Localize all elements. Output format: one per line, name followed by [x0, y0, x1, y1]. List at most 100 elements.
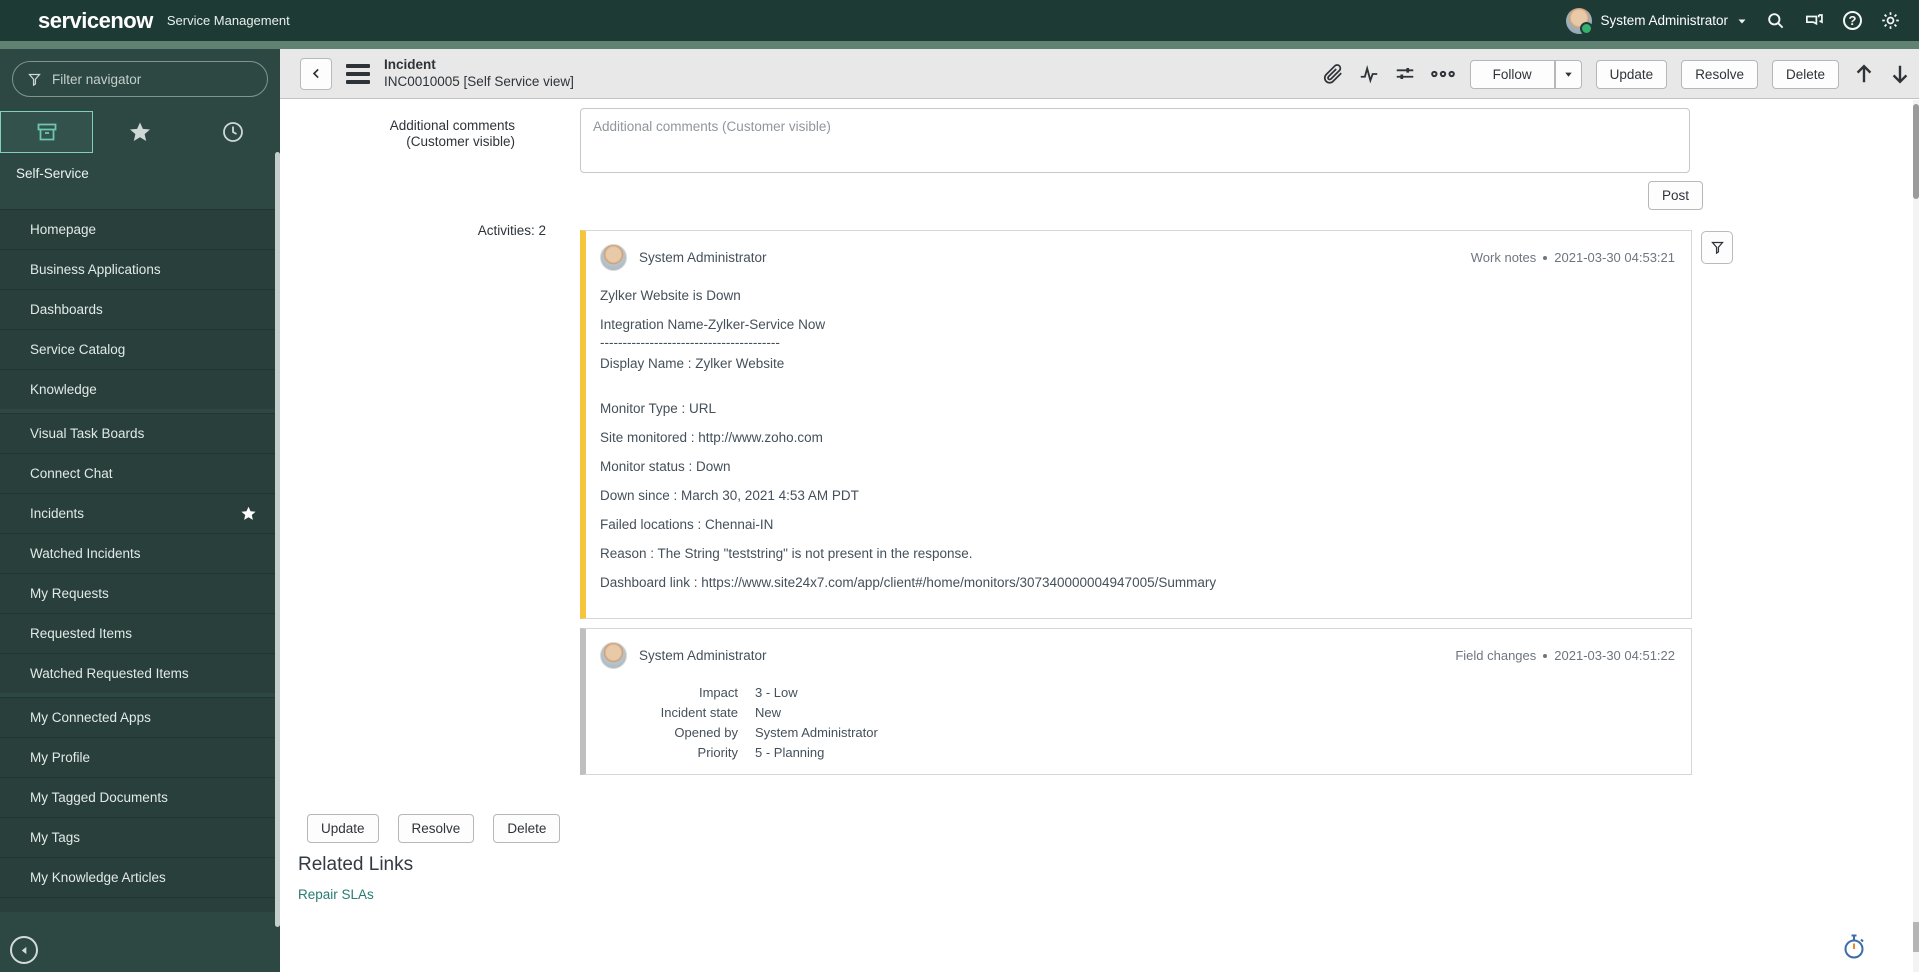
work-note-line: Integration Name-Zylker-Service Now: [600, 317, 826, 332]
activity-author: System Administrator: [639, 250, 767, 265]
sidebar-item-take-survey[interactable]: Take Survey: [0, 897, 275, 912]
repair-slas-link[interactable]: Repair SLAs: [298, 887, 374, 902]
tab-favorites[interactable]: [93, 111, 186, 153]
field-changes-list: Impact 3 - Low Incident state New Opened…: [586, 669, 1691, 763]
chat-icon[interactable]: [1803, 11, 1825, 30]
sidebar-item-requested-items[interactable]: Requested Items: [0, 613, 275, 653]
bullet-separator: [1543, 255, 1548, 260]
activity-entry-field-changes: System Administrator Field changes 2021-…: [580, 628, 1692, 775]
field-change-row: Priority 5 - Planning: [697, 745, 825, 760]
star-icon: [130, 122, 150, 141]
gear-icon[interactable]: [1880, 10, 1901, 31]
form-context-menu-icon[interactable]: [346, 63, 370, 84]
archive-box-icon: [37, 123, 57, 141]
work-note-body: Zylker Website is Down Integration Name-…: [586, 271, 1691, 591]
favorite-star-icon[interactable]: [240, 505, 257, 522]
search-icon[interactable]: [1766, 11, 1785, 30]
sidebar-item-my-tags[interactable]: My Tags: [0, 817, 275, 857]
funnel-icon: [1710, 241, 1724, 255]
sidebar-section-label[interactable]: Self-Service: [0, 153, 280, 193]
sidebar-item-my-profile[interactable]: My Profile: [0, 737, 275, 777]
work-note-line: Zylker Website is Down: [600, 288, 741, 303]
work-note-line: Down since : March 30, 2021 4:53 AM PDT: [600, 488, 859, 503]
sidebar-item-service-catalog[interactable]: Service Catalog: [0, 329, 275, 369]
caret-down-icon: [1564, 72, 1572, 77]
comments-label: Additional comments (Customer visible): [389, 118, 515, 150]
main-content: Incident INC0010005 [Self Service view] …: [280, 49, 1919, 972]
accent-strip: [0, 41, 1919, 49]
work-note-line: Reason : The String "teststring" is not …: [600, 546, 973, 561]
tab-all-applications[interactable]: [0, 111, 94, 153]
field-change-row: Impact 3 - Low: [698, 685, 798, 700]
sidebar-menu: Homepage Business Applications Dashboard…: [0, 209, 275, 912]
activity-stream-icon[interactable]: [1358, 63, 1380, 85]
activity-timestamp: 2021-03-30 04:53:21: [1554, 250, 1675, 265]
user-menu[interactable]: System Administrator: [1566, 7, 1748, 35]
work-note-line: Site monitored : http://www.zoho.com: [600, 430, 823, 445]
comments-input[interactable]: [580, 108, 1690, 173]
follow-dropdown-button[interactable]: [1554, 59, 1582, 89]
servicenow-logo: servicenow: [38, 7, 153, 33]
activities-count: Activities: 2: [477, 223, 546, 238]
sidebar-item-business-applications[interactable]: Business Applications: [0, 249, 275, 289]
sidebar-item-visual-task-boards[interactable]: Visual Task Boards: [0, 413, 275, 453]
filter-navigator-input[interactable]: [52, 71, 252, 87]
sidebar-tabs: [0, 111, 280, 153]
caret-down-icon: [1738, 19, 1746, 23]
follow-split-button: Follow: [1469, 59, 1582, 89]
update-button[interactable]: Update: [307, 814, 379, 843]
response-time-icon[interactable]: [1841, 933, 1867, 961]
main-scrollbar-thumb[interactable]: [1913, 104, 1919, 199]
field-change-row: Opened by System Administrator: [674, 725, 878, 740]
sidebar-collapse-button[interactable]: [10, 936, 38, 964]
sidebar-item-homepage[interactable]: Homepage: [0, 209, 275, 249]
work-note-line: ----------------------------------------: [600, 335, 780, 350]
sidebar-item-connect-chat[interactable]: Connect Chat: [0, 453, 275, 493]
sidebar-scrollbar[interactable]: [275, 152, 280, 927]
sidebar-item-dashboards[interactable]: Dashboards: [0, 289, 275, 329]
product-title: Service Management: [166, 13, 290, 28]
clock-icon: [223, 122, 244, 142]
chevron-left-icon: [312, 68, 319, 79]
related-links-title: Related Links: [298, 854, 414, 875]
resolve-button[interactable]: Resolve: [397, 814, 475, 843]
filter-navigator-box[interactable]: [12, 61, 268, 97]
sidebar-item-my-requests[interactable]: My Requests: [0, 573, 275, 613]
sidebar-item-watched-requested-items[interactable]: Watched Requested Items: [0, 653, 275, 693]
activity-author: System Administrator: [639, 648, 767, 663]
previous-record-icon[interactable]: [1853, 63, 1875, 85]
attachment-icon[interactable]: [1322, 63, 1344, 85]
sidebar-item-incidents[interactable]: Incidents: [0, 493, 275, 533]
collapse-triangle-icon: [21, 946, 26, 954]
back-button[interactable]: [300, 57, 332, 90]
update-button[interactable]: Update: [1595, 59, 1668, 89]
user-name: System Administrator: [1600, 13, 1728, 28]
follow-button[interactable]: Follow: [1469, 59, 1555, 89]
sidebar-item-my-knowledge-articles[interactable]: My Knowledge Articles: [0, 857, 275, 897]
avatar: [600, 642, 627, 669]
tab-history[interactable]: [187, 111, 280, 153]
sidebar-item-knowledge[interactable]: Knowledge: [0, 369, 275, 409]
resolve-button[interactable]: Resolve: [1681, 59, 1758, 89]
next-record-icon[interactable]: [1889, 63, 1911, 85]
sidebar-item-my-tagged-documents[interactable]: My Tagged Documents: [0, 777, 275, 817]
sidebar-item-watched-incidents[interactable]: Watched Incidents: [0, 533, 275, 573]
avatar: [600, 244, 627, 271]
work-note-line: Display Name : Zylker Website: [600, 356, 785, 371]
activity-filter-button[interactable]: [1701, 231, 1733, 264]
post-button[interactable]: Post: [1648, 181, 1704, 210]
delete-button[interactable]: Delete: [1771, 59, 1839, 89]
funnel-icon: [28, 73, 41, 86]
record-title: Incident: [384, 56, 436, 72]
bullet-separator: [1543, 653, 1548, 658]
help-icon[interactable]: ?: [1843, 11, 1862, 30]
work-note-line: Monitor Type : URL: [600, 401, 717, 416]
main-scrollbar[interactable]: [1913, 100, 1919, 972]
main-scrollbar-bottom: [1913, 922, 1919, 952]
avatar[interactable]: [1566, 7, 1594, 35]
sidebar-item-my-connected-apps[interactable]: My Connected Apps: [0, 697, 275, 737]
more-options-icon[interactable]: [1430, 63, 1456, 85]
delete-button[interactable]: Delete: [493, 814, 561, 843]
personalize-icon[interactable]: [1394, 63, 1416, 85]
work-note-line: Failed locations : Chennai-IN: [600, 517, 774, 532]
